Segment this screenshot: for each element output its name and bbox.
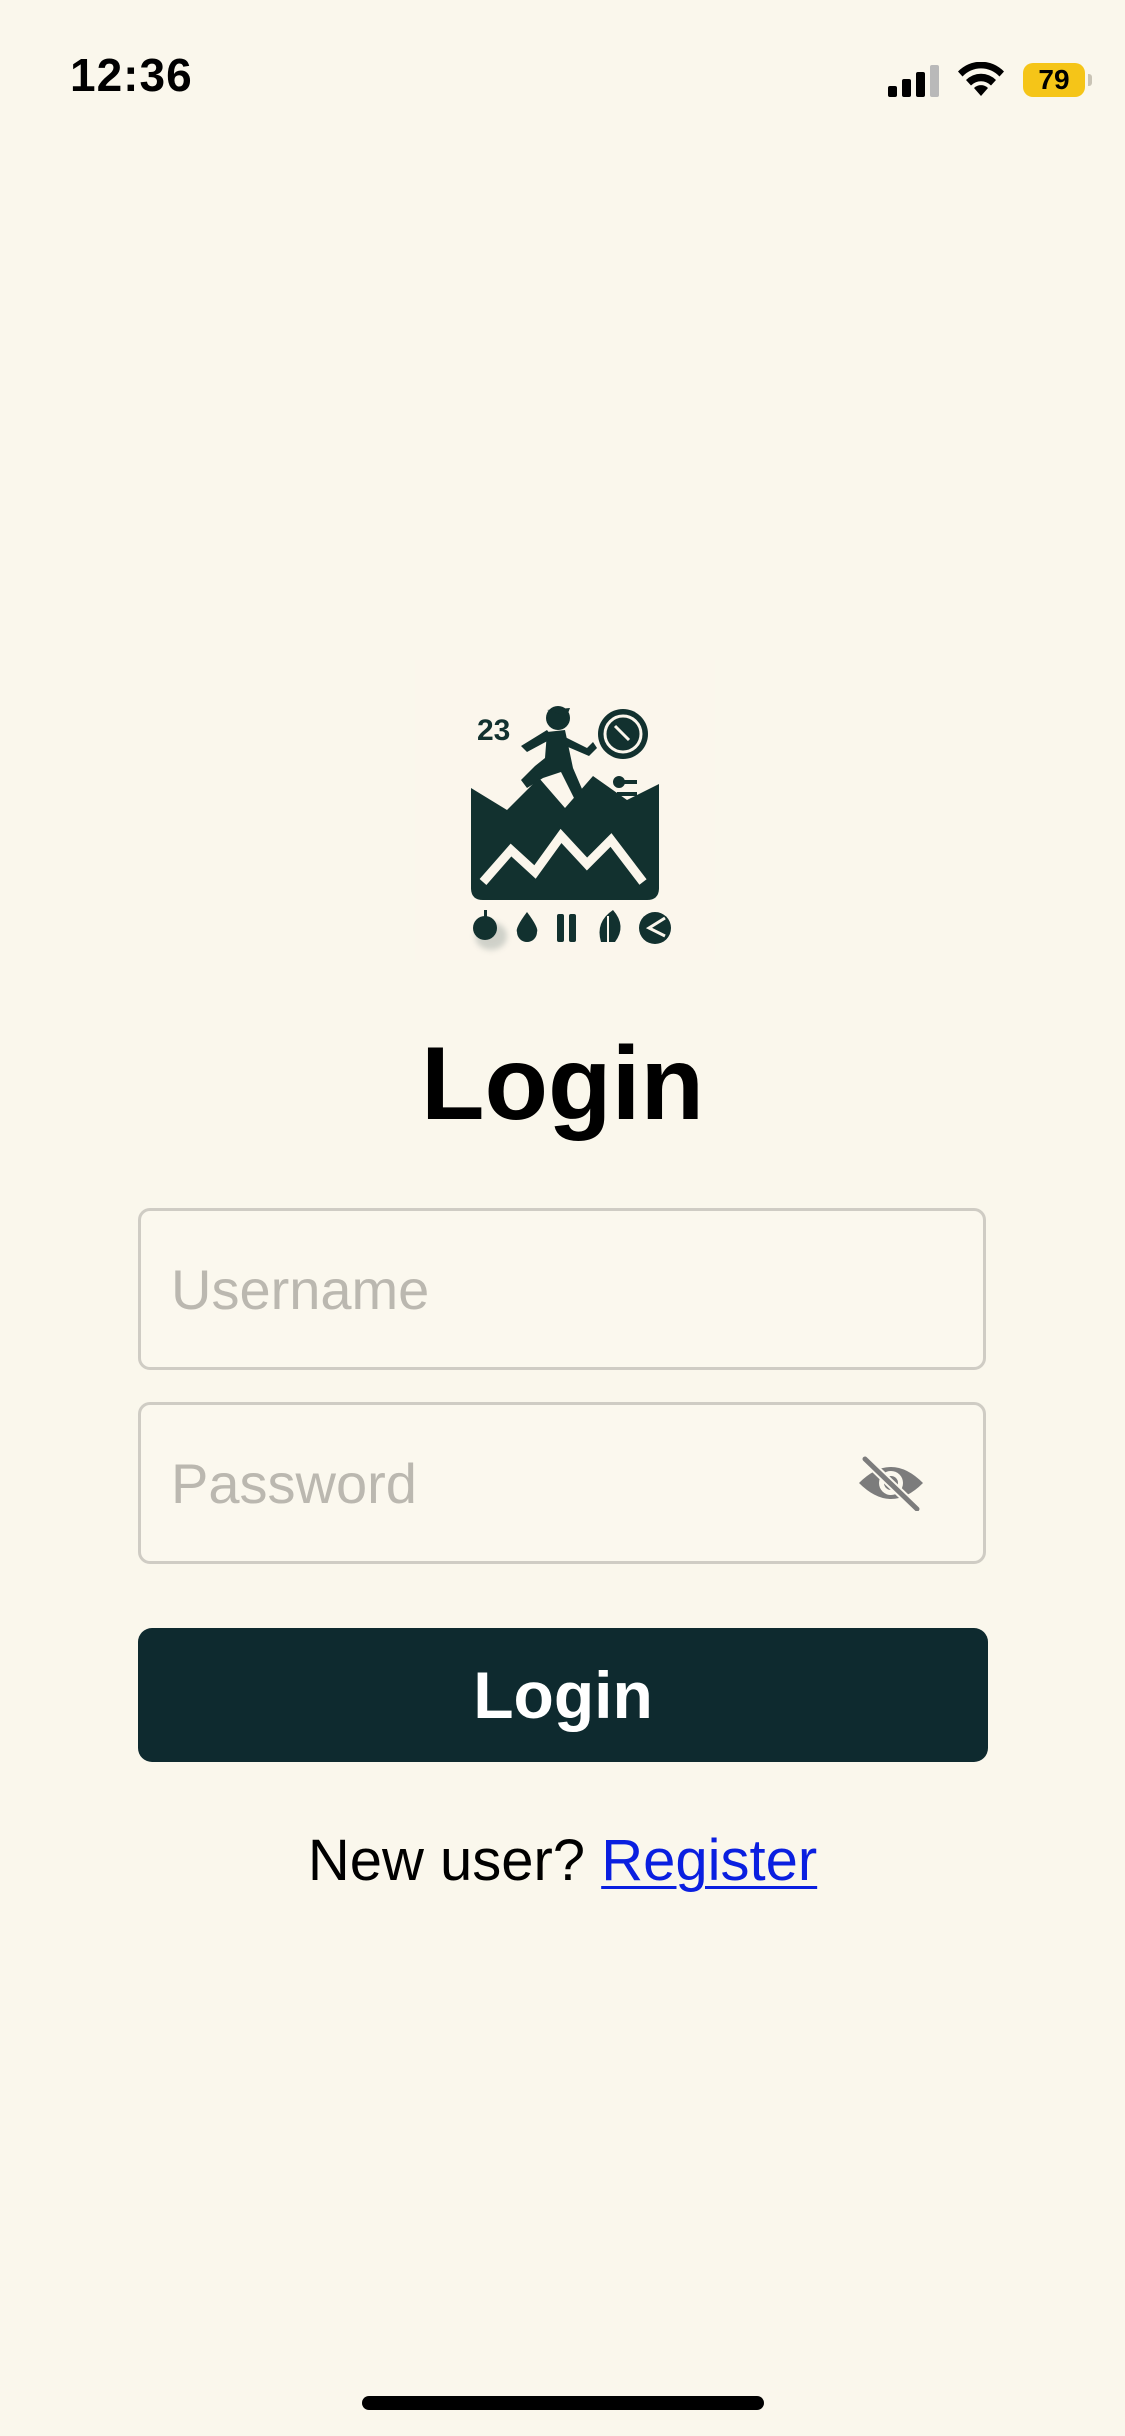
register-link[interactable]: Register — [601, 1828, 817, 1893]
clock-icon — [598, 709, 648, 759]
password-field[interactable] — [138, 1402, 986, 1564]
login-screen: 12:36 79 23 Login Username Login New use… — [0, 0, 1125, 2436]
logo-badge-number: 23 — [477, 714, 510, 747]
eye-slash-icon[interactable] — [855, 1455, 927, 1511]
username-input[interactable] — [171, 1211, 871, 1367]
fitness-runner-logo: 23 — [415, 660, 715, 960]
login-button[interactable]: Login — [138, 1628, 988, 1762]
register-prompt: New user? Register — [0, 1826, 1125, 1896]
chart-icon — [639, 912, 671, 944]
home-indicator[interactable] — [362, 2396, 764, 2410]
status-indicators: 79 — [888, 58, 1092, 102]
status-time: 12:36 — [70, 49, 193, 101]
username-field[interactable] — [138, 1208, 986, 1370]
battery-level: 79 — [1038, 64, 1070, 95]
register-prompt-text: New user? — [307, 1828, 586, 1893]
battery-icon: 79 — [1023, 63, 1092, 97]
page-title: Login — [420, 1026, 704, 1142]
wifi-icon — [958, 62, 1004, 96]
cellular-signal-icon — [888, 63, 939, 97]
password-input[interactable] — [171, 1405, 871, 1561]
